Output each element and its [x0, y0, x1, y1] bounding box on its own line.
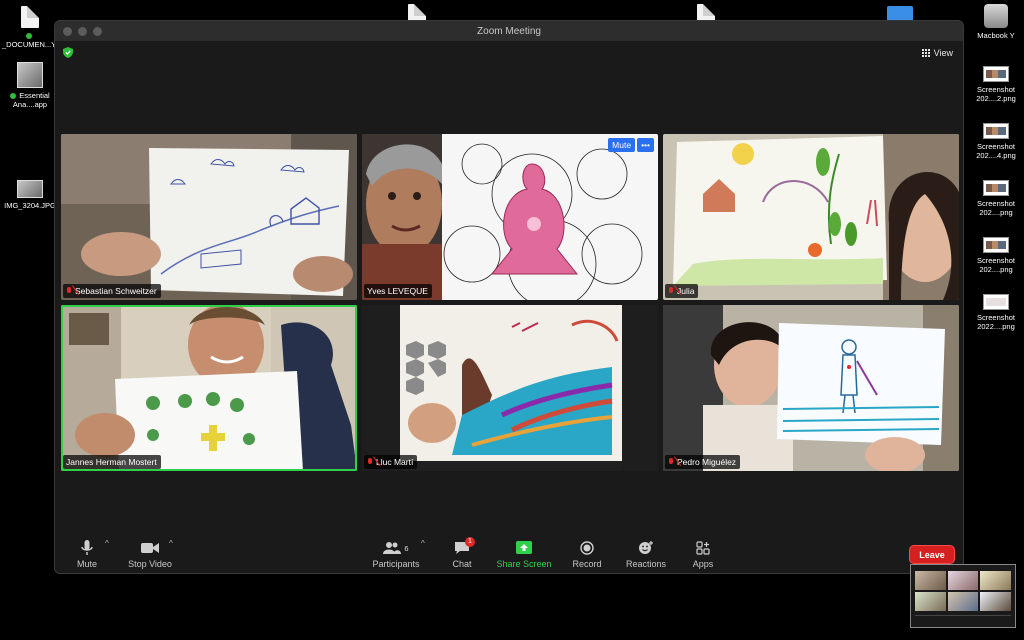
- mic-muted-icon: [367, 457, 373, 467]
- desktop-icon-label: IMG_3204.JPG: [4, 201, 56, 210]
- participant-name-tag: Sebastian Schweitzer: [63, 284, 161, 298]
- desktop-icon-label: Screenshot 202....png: [977, 256, 1015, 274]
- apps-button[interactable]: Apps: [668, 540, 738, 569]
- video-tile-active-speaker[interactable]: Jannes Herman Mostert: [61, 305, 357, 471]
- participant-video: [61, 134, 357, 300]
- participant-name: Pedro Miguélez: [677, 457, 737, 467]
- chat-unread-badge: 1: [465, 537, 475, 547]
- participants-count: 6: [404, 543, 409, 553]
- preview-gallery: [915, 571, 1011, 611]
- share-screen-label: Share Screen: [496, 559, 552, 569]
- desktop-icon-drive[interactable]: Macbook Y: [968, 4, 1024, 40]
- screenshot-file-icon: [983, 180, 1009, 196]
- desktop-icon-screenshot[interactable]: Screenshot 2022....png: [968, 294, 1024, 331]
- desktop-icon-screenshot[interactable]: Screenshot 202....png: [968, 237, 1024, 274]
- desktop-icon-label: Screenshot 202....2.png: [976, 85, 1016, 103]
- preview-toolbar: [915, 615, 1011, 621]
- video-camera-icon: [115, 540, 185, 556]
- participants-options-caret[interactable]: ^: [421, 539, 425, 548]
- chat-label: Chat: [452, 559, 472, 569]
- participant-name-tag: Lluc Martí: [364, 455, 418, 469]
- meeting-toolbar: Mute ^ Stop Video ^ 6 Participants ^ 1 C…: [55, 533, 963, 573]
- record-label: Record: [572, 559, 602, 569]
- desktop-icon-app[interactable]: Essential Ana....app: [2, 62, 58, 109]
- stop-video-button[interactable]: Stop Video: [115, 540, 185, 569]
- desktop: _DOCUMEN...YLP Essential Ana....app IMG_…: [0, 0, 1024, 640]
- screenshot-file-icon: [983, 66, 1009, 82]
- close-window-button[interactable]: [63, 26, 72, 36]
- app-icon: [17, 62, 43, 88]
- audio-options-caret[interactable]: ^: [105, 539, 109, 548]
- desktop-icon-label: Macbook Y: [977, 31, 1015, 40]
- window-controls: [55, 26, 102, 36]
- zoom-window-button[interactable]: [93, 26, 102, 36]
- security-shield-icon[interactable]: [63, 47, 73, 58]
- mute-participant-button[interactable]: Mute: [608, 138, 636, 152]
- video-tile[interactable]: Sebastian Schweitzer: [61, 134, 357, 300]
- screenshot-file-icon: [983, 123, 1009, 139]
- grid-view-icon: [921, 49, 930, 57]
- participant-name: Sebastian Schweitzer: [75, 286, 157, 296]
- mic-muted-icon: [668, 457, 674, 467]
- participant-hover-controls: Mute •••: [608, 138, 654, 152]
- image-file-icon: [17, 180, 43, 198]
- desktop-icon-label: Screenshot 202....4.png: [976, 142, 1016, 160]
- desktop-icon-screenshot[interactable]: Screenshot 202....4.png: [968, 123, 1024, 160]
- gallery-view: Sebastian Schweitzer Mute ••• Yves LEVEQ…: [61, 134, 959, 472]
- video-tile[interactable]: Julia: [663, 134, 959, 300]
- mute-button[interactable]: Mute: [55, 540, 122, 569]
- more-options-button[interactable]: •••: [637, 138, 654, 152]
- video-tile[interactable]: Mute ••• Yves LEVEQUE: [362, 134, 658, 300]
- screenshot-file-icon: [983, 237, 1009, 253]
- view-label: View: [933, 48, 953, 58]
- online-status-dot: [10, 93, 17, 100]
- video-tile[interactable]: Lluc Martí: [362, 305, 658, 471]
- participant-name-tag: Jannes Herman Mostert: [63, 455, 161, 469]
- microphone-icon: [55, 540, 122, 556]
- participant-video: [362, 134, 658, 300]
- desktop-icon-image[interactable]: IMG_3204.JPG: [2, 180, 58, 210]
- participant-name: Yves LEVEQUE: [367, 286, 428, 296]
- screenshot-file-icon: [983, 294, 1009, 310]
- document-file-icon: [21, 6, 39, 28]
- desktop-icon-document[interactable]: _DOCUMEN...YLP: [2, 6, 65, 49]
- desktop-icon-label: Screenshot 2022....png: [977, 313, 1015, 331]
- reactions-label: Reactions: [625, 559, 667, 569]
- participant-video: [61, 305, 357, 471]
- window-title: Zoom Meeting: [477, 25, 541, 37]
- share-screen-button[interactable]: Share Screen: [489, 540, 559, 569]
- view-button[interactable]: View: [921, 48, 953, 58]
- stop-video-label: Stop Video: [128, 559, 172, 569]
- window-titlebar[interactable]: Zoom Meeting: [55, 21, 963, 41]
- apps-icon: [668, 540, 738, 556]
- minimize-window-button[interactable]: [78, 26, 87, 36]
- chat-button[interactable]: 1 Chat: [427, 537, 497, 569]
- video-tile[interactable]: Pedro Miguélez: [663, 305, 959, 471]
- desktop-icon-screenshot[interactable]: Screenshot 202....png: [968, 180, 1024, 217]
- participant-name: Jannes Herman Mostert: [66, 457, 157, 467]
- share-screen-icon: [489, 540, 559, 556]
- leave-button[interactable]: Leave: [909, 545, 955, 564]
- participant-name-tag: Pedro Miguélez: [665, 455, 741, 469]
- desktop-icon-label: Essential Ana....app: [12, 91, 50, 109]
- meeting-preview-thumbnail[interactable]: [910, 564, 1016, 628]
- participant-name-tag: Yves LEVEQUE: [364, 284, 432, 298]
- apps-label: Apps: [692, 559, 714, 569]
- participant-video: [663, 134, 959, 300]
- mic-muted-icon: [66, 286, 72, 296]
- chat-bubble-icon: 1: [427, 537, 497, 556]
- zoom-meeting-window: Zoom Meeting View Sebastian Schweitzer M…: [54, 20, 964, 574]
- participant-video: [362, 305, 658, 471]
- desktop-icon-screenshot[interactable]: Screenshot 202....2.png: [968, 66, 1024, 103]
- participants-label: Participants: [372, 559, 420, 569]
- participant-name: Lluc Martí: [376, 457, 414, 467]
- participant-name-tag: Julia: [665, 284, 699, 298]
- participant-video: [663, 305, 959, 471]
- mic-muted-icon: [668, 286, 674, 296]
- drive-icon: [984, 4, 1008, 28]
- video-options-caret[interactable]: ^: [169, 539, 173, 548]
- online-status-dot: [25, 33, 32, 40]
- desktop-icon-label: Screenshot 202....png: [977, 199, 1015, 217]
- mute-label: Mute: [76, 559, 97, 569]
